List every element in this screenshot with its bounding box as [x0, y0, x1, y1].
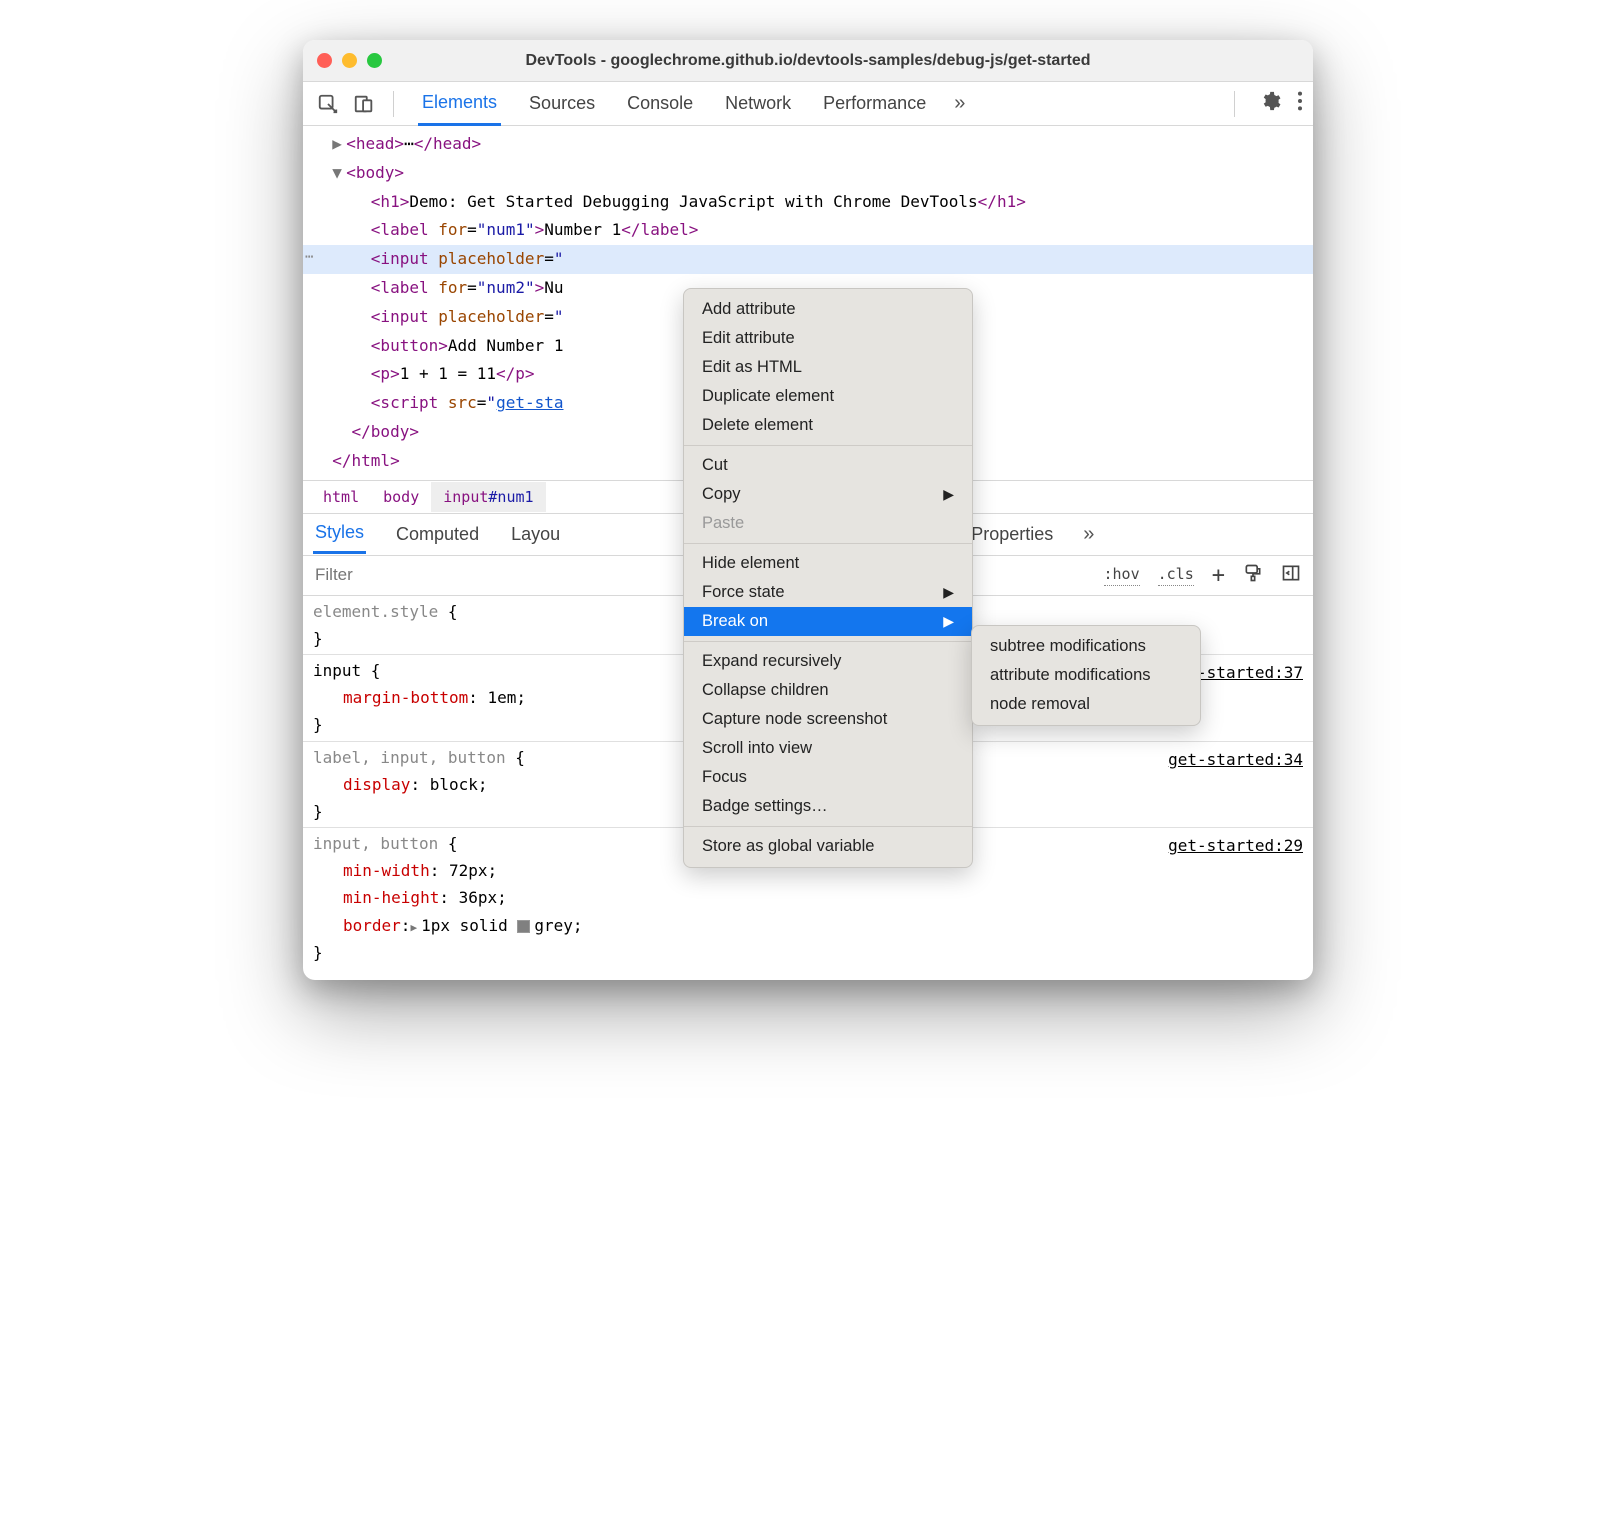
stab-styles[interactable]: Styles — [313, 514, 366, 554]
tab-sources[interactable]: Sources — [525, 83, 599, 124]
new-style-rule-icon[interactable]: + — [1212, 563, 1225, 588]
inspect-icon[interactable] — [313, 89, 343, 119]
more-stabs-icon[interactable]: » — [1083, 523, 1094, 546]
dom-label1-for: num1 — [486, 220, 525, 239]
chevron-right-icon: ▶ — [943, 486, 954, 503]
ctx-paste: Paste — [684, 509, 972, 538]
main-toolbar: Elements Sources Console Network Perform… — [303, 82, 1313, 126]
tab-console[interactable]: Console — [623, 83, 697, 124]
crumb-input[interactable]: input#num1 — [431, 482, 545, 512]
ctx-add-attribute[interactable]: Add attribute — [684, 295, 972, 324]
dom-p-text: 1 + 1 = 11 — [400, 364, 496, 383]
ctx-edit-as-html[interactable]: Edit as HTML — [684, 353, 972, 382]
ctx-scroll-into-view[interactable]: Scroll into view — [684, 734, 972, 763]
dom-label2-text: Nu — [544, 278, 563, 297]
submenu-subtree-modifications[interactable]: subtree modifications — [972, 632, 1200, 661]
break-on-submenu: subtree modifications attribute modifica… — [971, 625, 1201, 726]
crumb-html[interactable]: html — [311, 482, 371, 512]
tab-elements[interactable]: Elements — [418, 82, 501, 126]
ctx-store-as-global[interactable]: Store as global variable — [684, 832, 972, 861]
maximize-button[interactable] — [367, 53, 382, 68]
panel-toggle-icon[interactable] — [1281, 563, 1301, 587]
dom-script-src[interactable]: get-sta — [496, 393, 563, 412]
more-tabs-icon[interactable]: » — [954, 92, 965, 115]
gear-icon[interactable] — [1259, 90, 1281, 117]
ctx-capture-node-screenshot[interactable]: Capture node screenshot — [684, 705, 972, 734]
ctx-collapse-children[interactable]: Collapse children — [684, 676, 972, 705]
source-link[interactable]: get-started:34 — [1168, 746, 1303, 773]
stab-layout[interactable]: Layou — [509, 516, 562, 553]
dom-selected-node[interactable]: <input placeholder=" — [303, 245, 1313, 274]
ctx-edit-attribute[interactable]: Edit attribute — [684, 324, 972, 353]
kebab-icon[interactable] — [1297, 90, 1303, 117]
color-swatch[interactable] — [517, 920, 530, 933]
minimize-button[interactable] — [342, 53, 357, 68]
ctx-copy[interactable]: Copy▶ — [684, 480, 972, 509]
submenu-attribute-modifications[interactable]: attribute modifications — [972, 661, 1200, 690]
devtools-window: DevTools - googlechrome.github.io/devtoo… — [303, 40, 1313, 980]
hov-toggle[interactable]: :hov — [1104, 565, 1140, 586]
dom-label2-for: num2 — [486, 278, 525, 297]
divider — [393, 91, 394, 117]
context-menu: Add attribute Edit attribute Edit as HTM… — [683, 288, 973, 868]
titlebar: DevTools - googlechrome.github.io/devtoo… — [303, 40, 1313, 82]
window-title: DevTools - googlechrome.github.io/devtoo… — [525, 52, 1090, 70]
close-button[interactable] — [317, 53, 332, 68]
divider — [1234, 91, 1235, 117]
dom-label1-text: Number 1 — [544, 220, 621, 239]
chevron-right-icon: ▶ — [943, 584, 954, 601]
submenu-node-removal[interactable]: node removal — [972, 690, 1200, 719]
stab-properties[interactable]: Properties — [969, 516, 1055, 553]
panel-tabs: Elements Sources Console Network Perform… — [418, 82, 1220, 126]
filter-input[interactable] — [303, 557, 603, 593]
paint-icon[interactable] — [1243, 563, 1263, 587]
device-icon[interactable] — [349, 89, 379, 119]
dom-button-text: Add Number 1 — [448, 336, 564, 355]
tab-performance[interactable]: Performance — [819, 83, 930, 124]
source-link[interactable]: get-started:29 — [1168, 832, 1303, 859]
ctx-expand-recursively[interactable]: Expand recursively — [684, 647, 972, 676]
ctx-force-state[interactable]: Force state▶ — [684, 578, 972, 607]
traffic-lights — [317, 53, 382, 68]
ctx-delete-element[interactable]: Delete element — [684, 411, 972, 440]
stab-computed[interactable]: Computed — [394, 516, 481, 553]
crumb-body[interactable]: body — [371, 482, 431, 512]
ctx-hide-element[interactable]: Hide element — [684, 549, 972, 578]
ctx-cut[interactable]: Cut — [684, 451, 972, 480]
dom-h1-text: Demo: Get Started Debugging JavaScript w… — [409, 192, 977, 211]
ctx-badge-settings[interactable]: Badge settings… — [684, 792, 972, 821]
ctx-duplicate-element[interactable]: Duplicate element — [684, 382, 972, 411]
tab-network[interactable]: Network — [721, 83, 795, 124]
chevron-right-icon: ▶ — [943, 613, 954, 630]
cls-toggle[interactable]: .cls — [1158, 565, 1194, 586]
ctx-break-on[interactable]: Break on▶ — [684, 607, 972, 636]
ctx-focus[interactable]: Focus — [684, 763, 972, 792]
